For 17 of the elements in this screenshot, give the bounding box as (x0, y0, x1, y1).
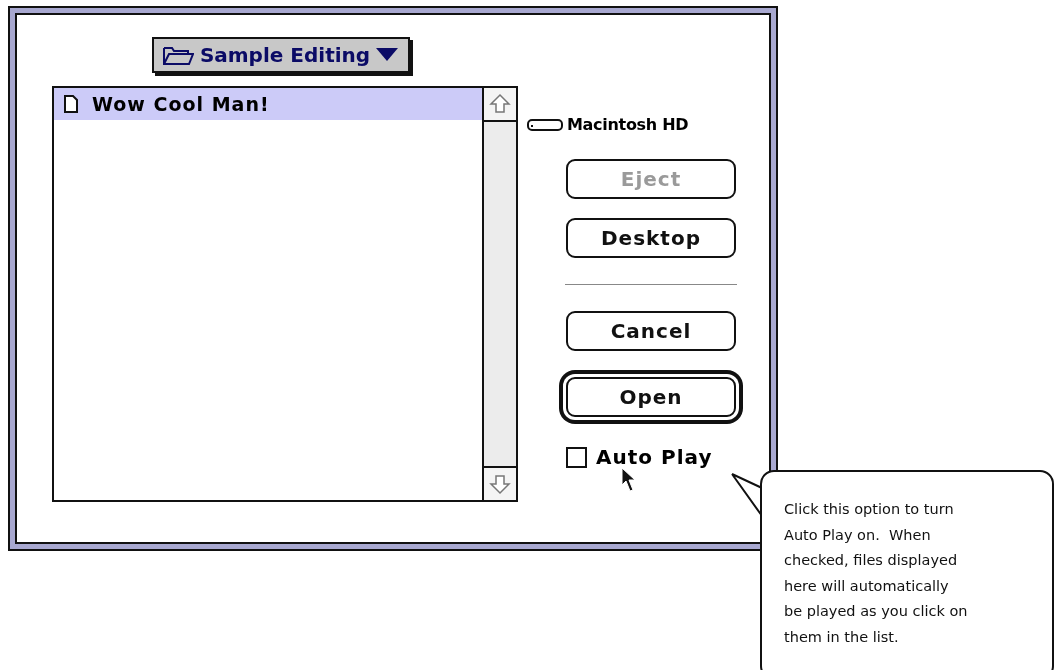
file-name: Wow Cool Man! (92, 93, 270, 115)
folder-popup-menu[interactable]: Sample Editing (151, 37, 411, 73)
up-arrow-icon (489, 93, 511, 115)
volume-name: Macintosh HD (567, 115, 689, 134)
button[interactable]: Desktop (566, 218, 736, 258)
scroll-bar[interactable] (482, 88, 516, 500)
checkbox-label: Auto Play (596, 445, 713, 469)
down-arrow-icon (489, 473, 511, 495)
file-list-item[interactable]: Wow Cool Man! (54, 88, 482, 120)
popup-label: Sample Editing (199, 43, 371, 67)
button[interactable]: Cancel (566, 311, 736, 351)
mouse-pointer-icon (621, 467, 637, 493)
document-icon (64, 95, 78, 113)
dropdown-triangle-icon (376, 48, 399, 62)
checkbox[interactable] (566, 446, 587, 468)
balloon-text: Click this option to turn Auto Play on. When checked, files displayed here will automatically be played as you click on them in the list. (784, 500, 969, 647)
folder-icon (161, 44, 194, 66)
